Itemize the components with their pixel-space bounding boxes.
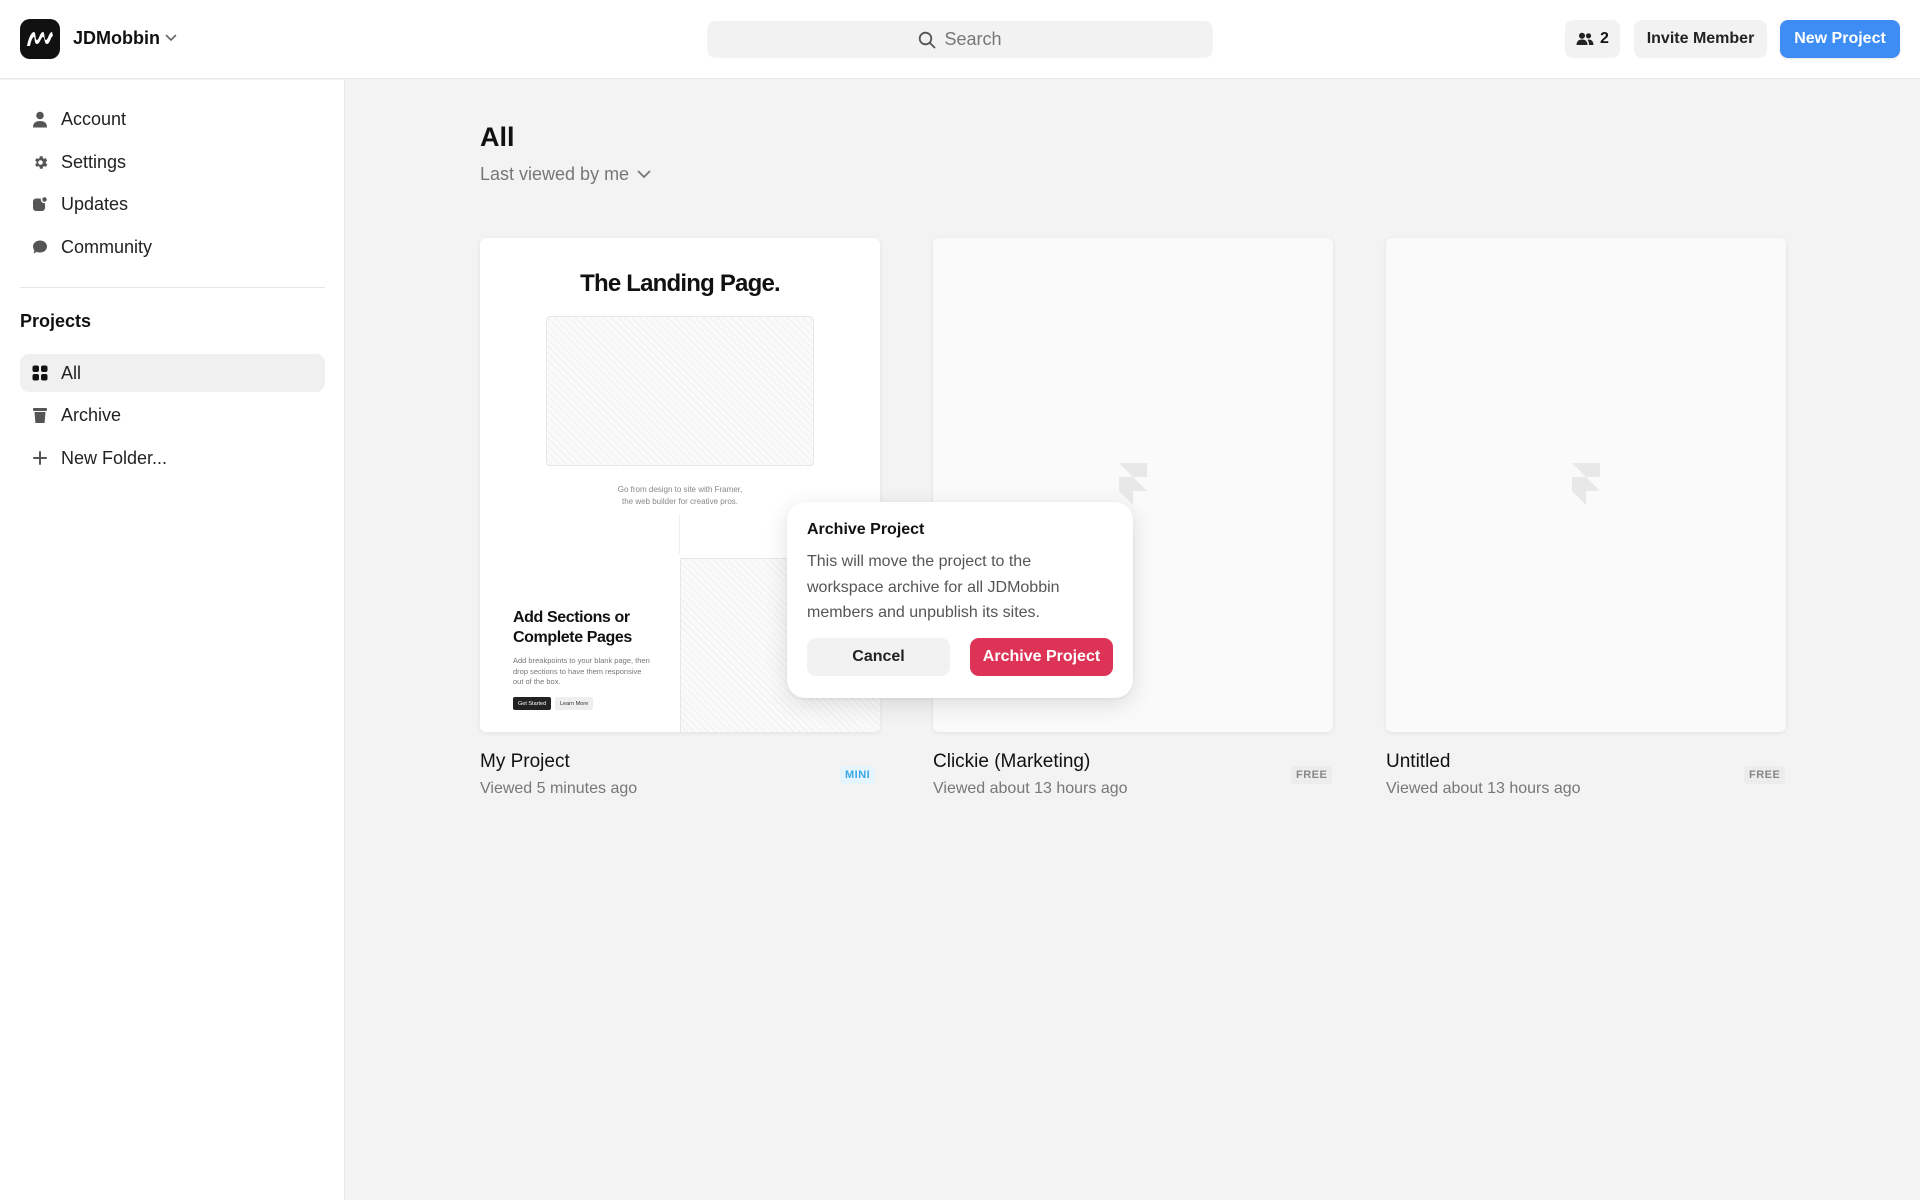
sidebar: Account Settings Updates Community Proje… [0, 80, 345, 1200]
project-name[interactable]: Clickie (Marketing) [933, 751, 1090, 773]
cancel-button[interactable]: Cancel [807, 638, 950, 676]
sidebar-item-account[interactable]: Account [20, 100, 325, 138]
member-count: 2 [1600, 30, 1609, 47]
sidebar-item-archive[interactable]: Archive [20, 396, 325, 434]
popover-message: This will move the project to the worksp… [807, 553, 1060, 621]
project-viewed-time: Viewed 5 minutes ago [480, 780, 638, 797]
thumbnail-secondary-button: Learn More [555, 697, 594, 710]
chevron-down-icon[interactable] [165, 34, 177, 42]
grid-icon [20, 365, 60, 381]
sort-label: Last viewed by me [480, 164, 630, 184]
project-card-thumbnail[interactable] [1386, 238, 1786, 732]
top-bar: JDMobbin Search 2 Invite Member New Proj… [0, 0, 1920, 79]
framer-placeholder-icon [1572, 463, 1600, 505]
sidebar-item-label: All [61, 362, 82, 383]
sort-dropdown[interactable]: Last viewed by me [480, 164, 651, 185]
plan-badge: FREE [1291, 766, 1333, 784]
project-name[interactable]: Untitled [1386, 751, 1450, 773]
members-button[interactable]: 2 [1565, 20, 1620, 58]
invite-member-button[interactable]: Invite Member [1634, 20, 1767, 58]
archive-project-button[interactable]: Archive Project [970, 638, 1113, 676]
users-icon [1576, 32, 1594, 45]
project-viewed-time: Viewed about 13 hours ago [933, 780, 1128, 797]
thumbnail-hero-image [546, 316, 814, 466]
sidebar-item-settings[interactable]: Settings [20, 143, 325, 181]
project-viewed-time: Viewed about 13 hours ago [1386, 780, 1581, 797]
plus-icon [20, 451, 60, 465]
sidebar-item-label: Account [61, 108, 127, 129]
thumbnail-divider [679, 514, 680, 554]
search-input[interactable]: Search [707, 21, 1213, 58]
chat-bubble-icon [20, 239, 60, 255]
new-project-button[interactable]: New Project [1780, 20, 1900, 58]
thumbnail-paragraph: Add breakpoints to your blank page, then… [513, 656, 650, 686]
page-title: All [480, 122, 515, 152]
sidebar-item-label: New Folder... [61, 447, 168, 468]
sidebar-item-label: Community [61, 236, 153, 257]
search-icon [919, 31, 936, 48]
plan-badge: FREE [1744, 766, 1786, 784]
gear-icon [20, 154, 60, 171]
workspace-name[interactable]: JDMobbin [73, 28, 160, 49]
framer-logo-icon [27, 32, 53, 46]
thumbnail-title: The Landing Page. [580, 270, 781, 297]
user-icon [20, 111, 60, 128]
search-placeholder: Search [944, 29, 1002, 49]
workspace-logo[interactable] [20, 19, 60, 59]
sidebar-item-new-folder[interactable]: New Folder... [20, 439, 325, 477]
sidebar-item-updates[interactable]: Updates [20, 185, 325, 223]
updates-icon [20, 196, 60, 212]
thumbnail-heading: Add Sections or Complete Pages [513, 609, 632, 646]
plan-badge: MINI [840, 766, 876, 784]
framer-placeholder-icon [1119, 463, 1147, 505]
sidebar-item-label: Updates [61, 193, 129, 214]
sidebar-item-label: Archive [61, 404, 122, 425]
project-name[interactable]: My Project [480, 751, 570, 773]
sidebar-item-label: Settings [61, 151, 127, 172]
thumbnail-tagline-line: Go from design to site with Framer, [617, 485, 743, 494]
sidebar-item-community[interactable]: Community [20, 228, 325, 266]
chevron-down-icon [637, 170, 651, 179]
archive-project-popover: Archive Project This will move the proje… [787, 502, 1133, 698]
popover-title: Archive Project [807, 521, 925, 538]
trash-icon [20, 407, 60, 424]
sidebar-divider [20, 287, 325, 288]
sidebar-item-all[interactable]: All [20, 354, 325, 392]
projects-section-title: Projects [20, 311, 92, 331]
thumbnail-primary-button: Get Started [513, 697, 552, 710]
